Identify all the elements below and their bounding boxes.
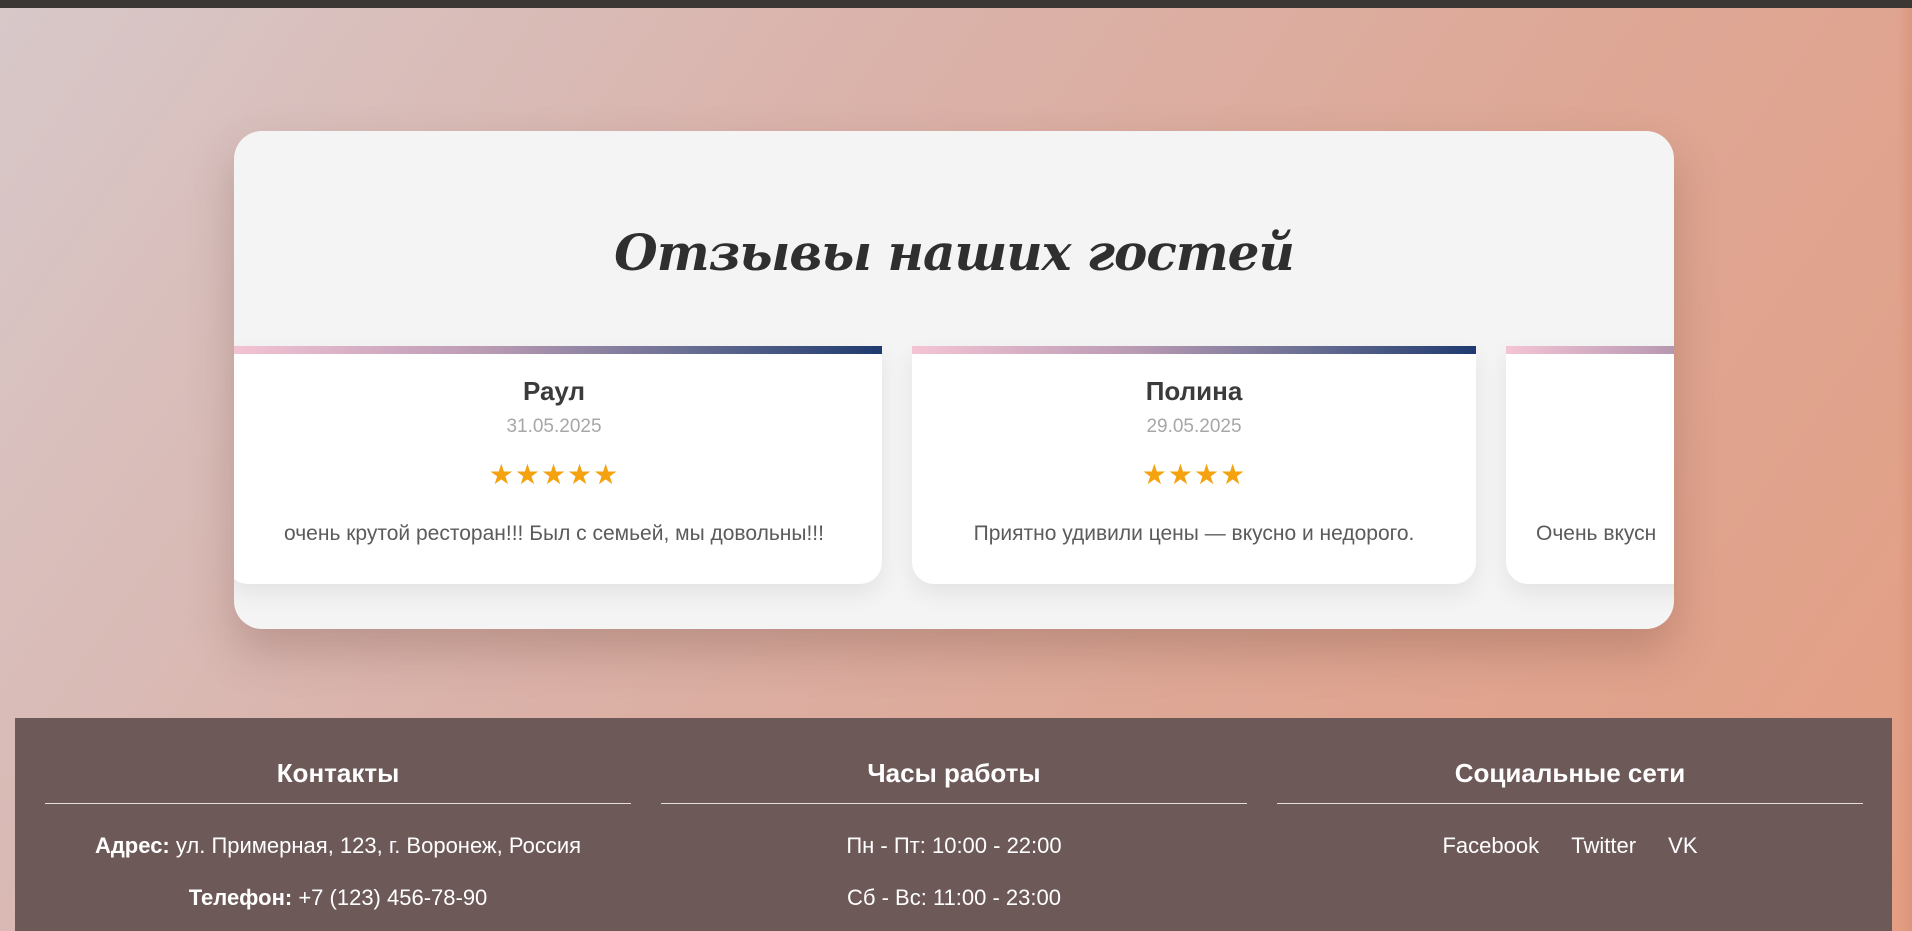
social-heading: Социальные сети [1277,718,1863,804]
review-text: Очень вкусн [1536,522,1657,545]
address-value: ул. Примерная, 123, г. Воронеж, Россия [175,833,582,858]
reviews-section: Отзывы наших гостей Раул 31.05.2025 ★★★★… [234,131,1674,629]
review-date: 29.05.2025 [1146,416,1242,437]
footer-contacts: Контакты Адрес: ул. Примерная, 123, г. В… [45,718,631,910]
social-links: Facebook Twitter VK [1277,834,1863,858]
reviews-carousel[interactable]: Раул 31.05.2025 ★★★★★ очень крутой ресто… [234,346,1674,596]
star-rating-icon: ★★★★★ [488,459,620,490]
review-text: очень крутой ресторан!!! Был с семьей, м… [284,522,824,545]
address-label: Адрес: [94,833,170,858]
hours-weekdays: Пн - Пт: 10:00 - 22:00 [846,833,1062,858]
star-rating-icon: ★★★★ [1141,459,1247,490]
footer-hours: Часы работы Пн - Пт: 10:00 - 22:00 Сб - … [661,718,1247,910]
twitter-link[interactable]: Twitter [1571,833,1636,858]
review-author: Раул [522,376,586,406]
phone-value: +7 (123) 456-78-90 [298,885,488,910]
card-accent-bar [1506,346,1674,354]
phone-label: Телефон: [188,885,293,910]
address-line: Адрес: ул. Примерная, 123, г. Воронеж, Р… [45,834,631,858]
review-card: Раул 31.05.2025 ★★★★★ очень крутой ресто… [234,346,882,584]
review-card: Полина 29.05.2025 ★★★★ Приятно удивили ц… [912,346,1476,584]
facebook-link[interactable]: Facebook [1442,833,1539,858]
card-accent-bar [234,346,882,354]
review-date: 31.05.2025 [506,416,602,437]
phone-line: Телефон: +7 (123) 456-78-90 [45,886,631,910]
hours-heading: Часы работы [661,718,1247,804]
scrollbar-track[interactable] [1898,8,1912,931]
card-accent-bar [912,346,1476,354]
hours-weekend: Сб - Вс: 11:00 - 23:00 [847,885,1061,910]
vk-link[interactable]: VK [1668,833,1697,858]
contacts-heading: Контакты [45,718,631,804]
reviews-title: Отзывы наших гостей [614,223,1295,282]
footer-social: Социальные сети Facebook Twitter VK [1277,718,1863,858]
review-card: Очень вкусн [1506,346,1674,584]
top-bar [0,0,1912,8]
site-footer: Контакты Адрес: ул. Примерная, 123, г. В… [15,718,1892,931]
review-author: Полина [1145,376,1243,406]
review-text: Приятно удивили цены — вкусно и недорого… [973,522,1415,545]
